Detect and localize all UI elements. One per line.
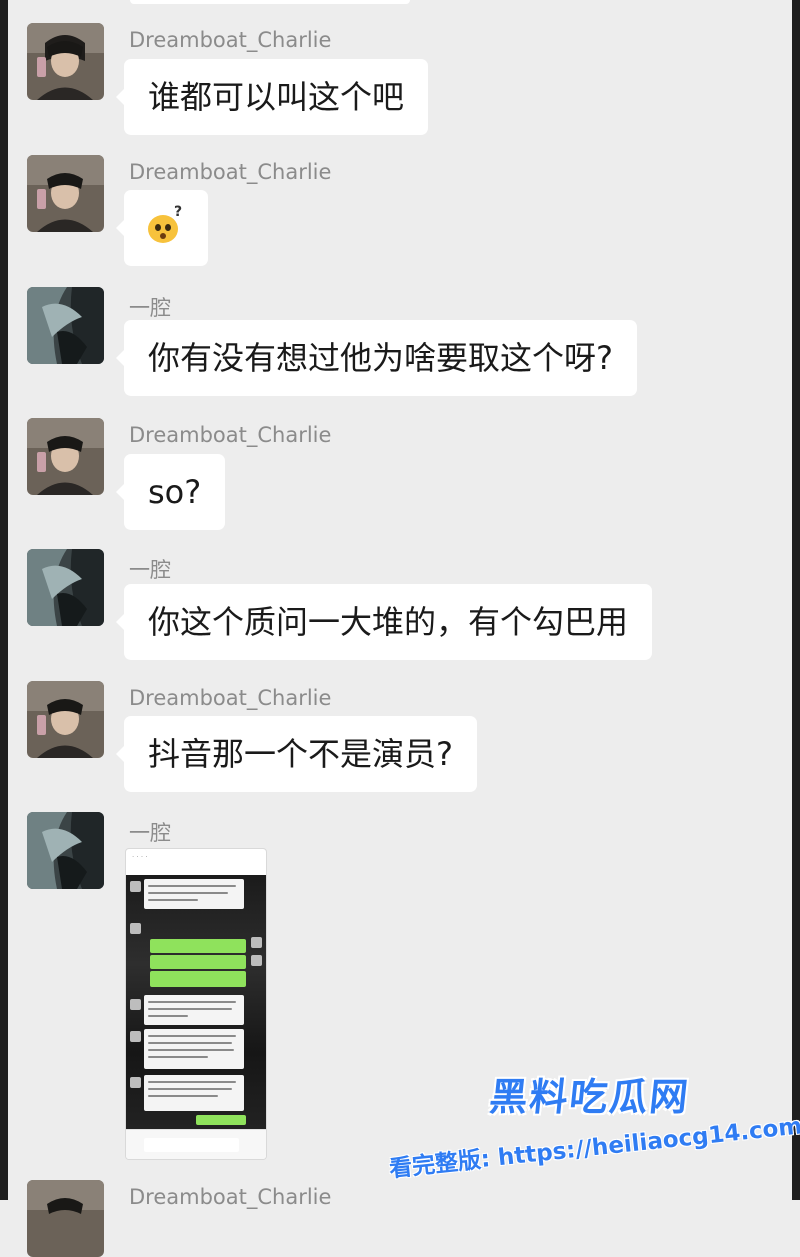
avatar-dreamboat-charlie-image [27,155,104,232]
message-bubble[interactable]: 你这个质问一大堆的，有个勾巴用 [115,584,653,660]
avatar-yiqiang-image [27,549,104,626]
avatar-dreamboat-charlie[interactable] [27,23,104,100]
avatar-dreamboat-charlie[interactable] [27,681,104,758]
previous-bubble-edge [130,0,410,4]
thumbnail-status-bar: · · · · [132,853,148,861]
watermark-brand: 黑料吃瓜网 [487,1075,692,1119]
avatar-dreamboat-charlie[interactable] [27,1180,104,1257]
site-watermark: 黑料吃瓜网 看完整版: https://heiliaocg14.com [388,1062,800,1192]
sender-name: Dreamboat_Charlie [129,1185,332,1209]
sender-name: Dreamboat_Charlie [129,423,332,447]
sender-name: 一腔 [129,558,171,582]
message-bubble[interactable]: 抖音那一个不是演员? [116,716,477,792]
thumbnail-chat-area [126,875,266,1129]
avatar-dreamboat-charlie-image [27,1180,104,1257]
message-bubble[interactable]: 你有没有想过他为啥要取这个呀? [116,320,637,396]
emoji-bubble[interactable]: ? [116,190,208,266]
sender-name: Dreamboat_Charlie [129,28,332,52]
thumbnail-input-bar [126,1129,266,1159]
avatar-yiqiang-image [27,812,104,889]
sender-name: 一腔 [129,821,171,845]
avatar-yiqiang[interactable] [27,812,104,889]
message-bubble[interactable]: so? [115,454,226,530]
sender-name: Dreamboat_Charlie [129,686,332,710]
avatar-dreamboat-charlie-image [27,681,104,758]
avatar-yiqiang-image [27,287,104,364]
question-mark-icon: ? [174,204,183,220]
left-edge-bar [0,0,8,1200]
avatar-dreamboat-charlie[interactable] [27,418,104,495]
right-edge-bar [792,0,800,1200]
chat-screenshot-thumbnail[interactable]: · · · · [125,848,267,1160]
avatar-yiqiang[interactable] [27,287,104,364]
sender-name: Dreamboat_Charlie [129,160,332,184]
avatar-yiqiang[interactable] [27,549,104,626]
message-bubble[interactable]: 谁都可以叫这个吧 [115,59,429,135]
sender-name: 一腔 [129,296,171,320]
avatar-dreamboat-charlie-image [27,23,104,100]
avatar-dreamboat-charlie[interactable] [27,155,104,232]
avatar-dreamboat-charlie-image [27,418,104,495]
